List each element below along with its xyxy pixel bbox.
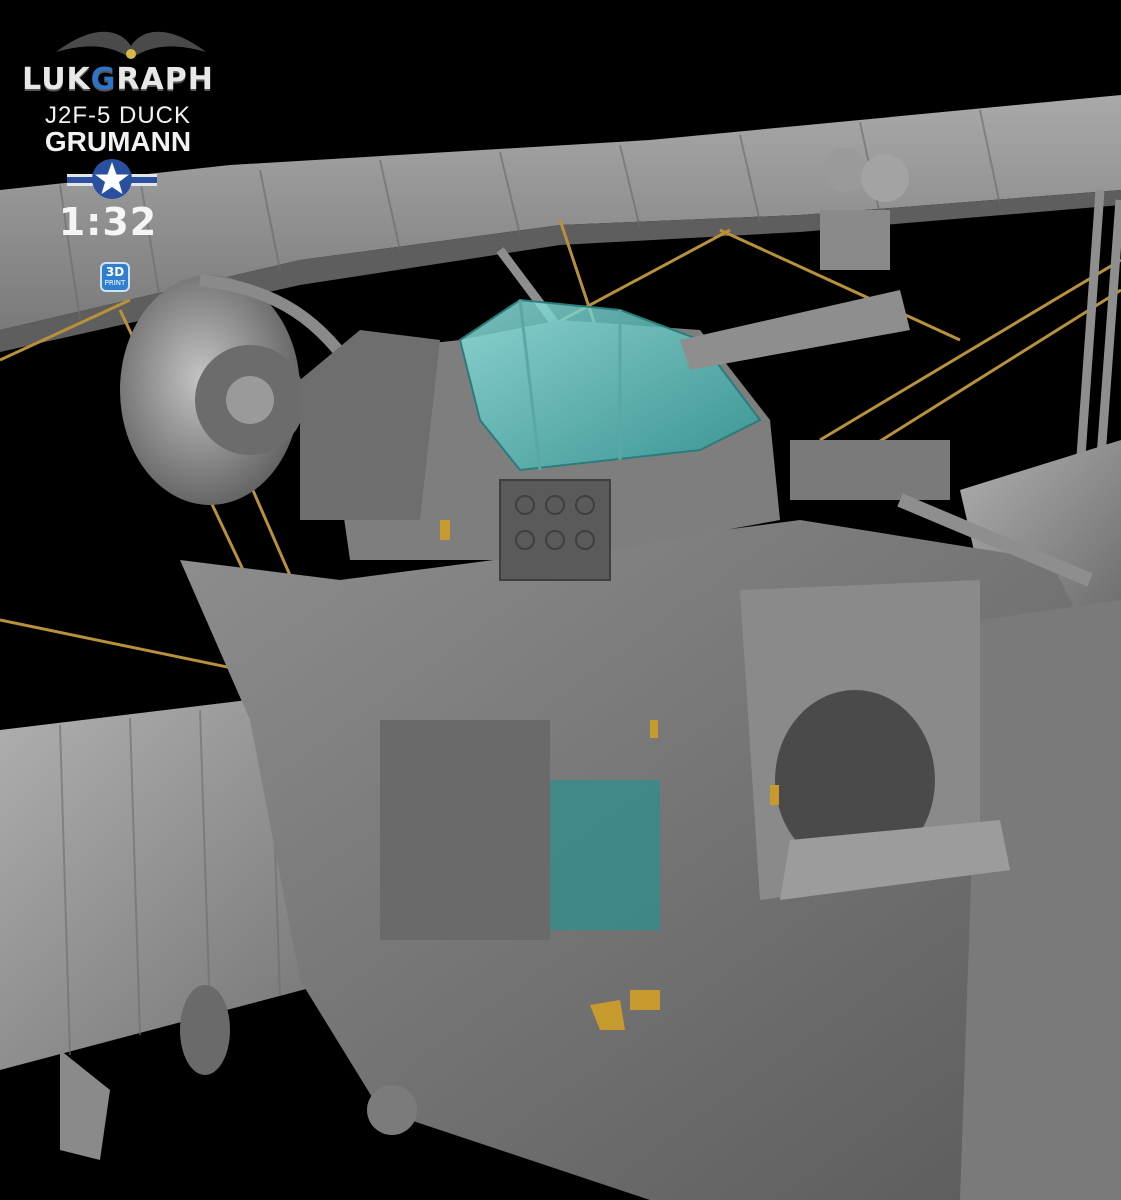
manufacturer-name: GRUMANN — [44, 126, 192, 157]
logo-text-pre: LUK — [22, 62, 91, 97]
3d-print-badge: 3D PRINT — [100, 262, 130, 292]
logo-text-g: G — [90, 62, 117, 97]
3d-badge-main: 3D — [105, 265, 125, 279]
logo-text-post: RAPH — [116, 62, 214, 97]
branding-panel: LUKGRAPH J2F-5 DUCK GRUMANN 1:32 3D PRIN… — [18, 10, 218, 300]
scale-label: 1:32 — [58, 200, 158, 244]
3d-badge-sub: PRINT — [104, 279, 126, 287]
lukgraph-logo: LUKGRAPH — [18, 62, 218, 97]
instrument-panel — [499, 479, 611, 581]
bulkhead-cutaway — [740, 580, 1010, 900]
us-star-roundel-icon — [67, 159, 157, 199]
eagle-wings-logo — [56, 31, 206, 59]
